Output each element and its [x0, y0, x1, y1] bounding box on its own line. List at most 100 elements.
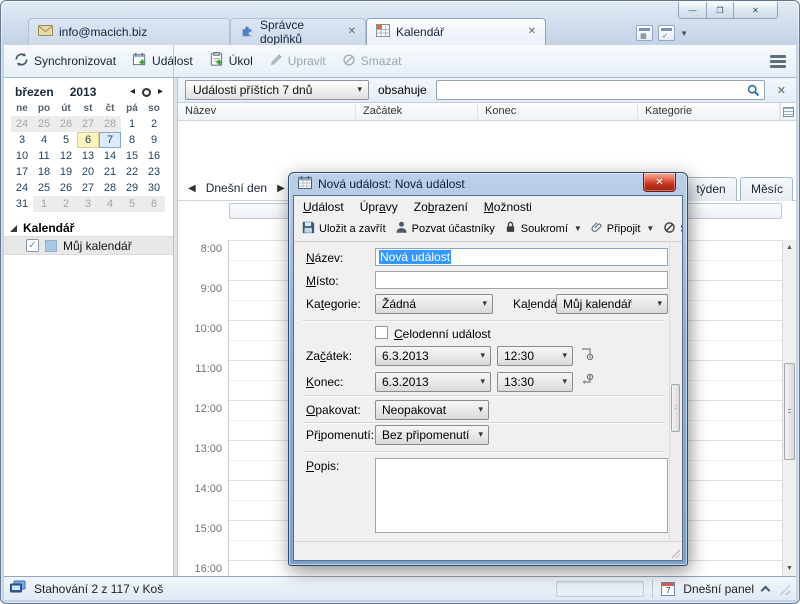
minicalendar-day[interactable]: 16 — [143, 148, 165, 164]
minicalendar-day[interactable]: 12 — [55, 148, 77, 164]
tab-month-view[interactable]: Měsíc — [740, 177, 793, 201]
allday-checkbox[interactable] — [375, 326, 388, 339]
minicalendar-day[interactable]: 29 — [121, 180, 143, 196]
minicalendar-day[interactable]: 9 — [143, 132, 165, 148]
tab-week-view[interactable]: týden — [685, 177, 737, 201]
tab-close-icon[interactable]: ✕ — [348, 27, 356, 37]
minicalendar-day[interactable]: 3 — [77, 196, 99, 212]
delete-button[interactable]: Smazat — [342, 53, 402, 70]
invite-attendees-button[interactable]: Pozvat účastníky — [395, 220, 495, 237]
column-header-end[interactable]: Konec — [478, 103, 638, 120]
minicalendar-day[interactable]: 26 — [55, 116, 77, 132]
chevron-down-icon[interactable]: ▼ — [680, 29, 688, 38]
scroll-up-icon[interactable] — [783, 240, 796, 255]
minicalendar-day[interactable]: 2 — [143, 116, 165, 132]
day-view-scrollbar[interactable] — [782, 240, 796, 576]
column-header-category[interactable]: Kategorie — [638, 103, 780, 120]
minicalendar-day[interactable]: 20 — [77, 164, 99, 180]
minicalendar-day[interactable]: 25 — [33, 116, 55, 132]
category-dropdown[interactable]: Žádná — [375, 294, 493, 314]
scroll-down-icon[interactable] — [783, 561, 796, 576]
today-circle-icon[interactable] — [142, 88, 151, 97]
new-event-button[interactable]: Událost — [132, 52, 193, 70]
dialog-scrollbar-thumb[interactable] — [671, 384, 680, 432]
minicalendar-day[interactable]: 17 — [11, 164, 33, 180]
close-button[interactable]: ✕ — [733, 2, 778, 19]
minicalendar-day[interactable]: 7 — [99, 132, 121, 148]
minicalendar-day[interactable]: 21 — [99, 164, 121, 180]
tab-mail[interactable]: info@macich.biz — [28, 18, 230, 45]
minicalendar-day[interactable]: 10 — [11, 148, 33, 164]
menu-udalost[interactable]: Událost — [303, 200, 344, 216]
prev-day-icon[interactable]: ◀ — [188, 183, 196, 194]
column-picker-icon[interactable] — [780, 103, 796, 120]
edit-button[interactable]: Upravit — [269, 53, 326, 70]
tab-calendar[interactable]: Kalendář ✕ — [366, 18, 546, 45]
column-header-title[interactable]: Název — [178, 103, 356, 120]
minicalendar-day[interactable]: 22 — [121, 164, 143, 180]
chevron-up-icon[interactable] — [761, 585, 771, 595]
minicalendar-day[interactable]: 6 — [77, 132, 99, 148]
minicalendar-day[interactable]: 3 — [11, 132, 33, 148]
column-header-start[interactable]: Začátek — [356, 103, 478, 120]
minicalendar-day[interactable]: 27 — [77, 180, 99, 196]
minicalendar-day[interactable]: 4 — [33, 132, 55, 148]
minicalendar-day[interactable]: 6 — [143, 196, 165, 212]
location-input[interactable] — [375, 271, 668, 289]
privacy-dropdown-icon[interactable]: ▼ — [574, 224, 582, 233]
window-resize-grip[interactable] — [777, 582, 790, 595]
prev-month-icon[interactable]: ◂ — [130, 87, 135, 97]
title-input[interactable]: Nová událost — [375, 248, 668, 266]
minicalendar-day[interactable]: 5 — [121, 196, 143, 212]
minicalendar-day[interactable]: 1 — [33, 196, 55, 212]
start-time-dropdown[interactable]: 12:30 — [497, 346, 573, 366]
attach-dropdown-icon[interactable]: ▼ — [646, 224, 654, 233]
calendar-dropdown[interactable]: Můj kalendář — [556, 294, 668, 314]
new-task-button[interactable]: Úkol — [209, 52, 253, 70]
minicalendar-day[interactable]: 2 — [55, 196, 77, 212]
dialog-delete-button[interactable]: Smazat — [663, 221, 683, 237]
privacy-button[interactable]: Soukromí ▼ — [504, 220, 582, 237]
minicalendar-day[interactable]: 30 — [143, 180, 165, 196]
minicalendar-day[interactable]: 14 — [99, 148, 121, 164]
tab-close-icon[interactable]: ✕ — [528, 27, 536, 37]
open-calendar-tab-icon[interactable]: ▦ — [636, 25, 653, 41]
next-day-icon[interactable]: ▶ — [277, 183, 285, 194]
reminder-dropdown[interactable]: Bez připomenutí — [375, 425, 489, 445]
tab-addons[interactable]: Správce doplňků ✕ — [230, 18, 366, 45]
scrollbar-thumb[interactable] — [784, 363, 795, 460]
minicalendar-day[interactable]: 28 — [99, 116, 121, 132]
end-time-dropdown[interactable]: 13:30 — [497, 372, 573, 392]
minicalendar-day[interactable]: 4 — [99, 196, 121, 212]
minicalendar-day[interactable]: 11 — [33, 148, 55, 164]
minicalendar-day[interactable]: 13 — [77, 148, 99, 164]
maximize-button[interactable]: ❐ — [706, 2, 734, 19]
minicalendar-day[interactable]: 26 — [55, 180, 77, 196]
end-timezone-icon[interactable] — [580, 372, 594, 388]
minicalendar-month[interactable]: březen — [15, 85, 54, 99]
menu-upravy[interactable]: Úpravy — [360, 200, 398, 216]
dialog-titlebar[interactable]: Nová událost: Nová událost — [298, 176, 465, 192]
minicalendar-day[interactable]: 8 — [121, 132, 143, 148]
calendar-list-item[interactable]: ✓ Můj kalendář — [4, 236, 173, 255]
event-range-dropdown[interactable]: Události příštích 7 dnů — [185, 80, 369, 100]
close-filter-icon[interactable]: ✕ — [774, 84, 789, 97]
minicalendar-day[interactable]: 24 — [11, 116, 33, 132]
minicalendar-day[interactable]: 18 — [33, 164, 55, 180]
search-input[interactable] — [437, 81, 764, 99]
minicalendar-day[interactable]: 15 — [121, 148, 143, 164]
open-tasks-tab-icon[interactable]: ✓ — [658, 25, 675, 41]
today-button[interactable]: Dnešní den — [206, 181, 267, 195]
minicalendar-day[interactable]: 24 — [11, 180, 33, 196]
synchronize-button[interactable]: Synchronizovat — [14, 52, 116, 70]
minicalendar-day[interactable]: 27 — [77, 116, 99, 132]
dialog-scrollbar[interactable] — [669, 242, 681, 541]
dialog-resize-grip[interactable] — [670, 548, 680, 558]
description-textarea[interactable] — [375, 458, 668, 533]
minicalendar-day[interactable]: 1 — [121, 116, 143, 132]
minicalendar-day[interactable]: 5 — [55, 132, 77, 148]
dialog-close-button[interactable]: ✕ — [643, 173, 676, 192]
minimize-button[interactable]: — — [678, 2, 707, 19]
end-date-dropdown[interactable]: 6.3.2013 — [375, 372, 491, 392]
minicalendar-day[interactable]: 31 — [11, 196, 33, 212]
